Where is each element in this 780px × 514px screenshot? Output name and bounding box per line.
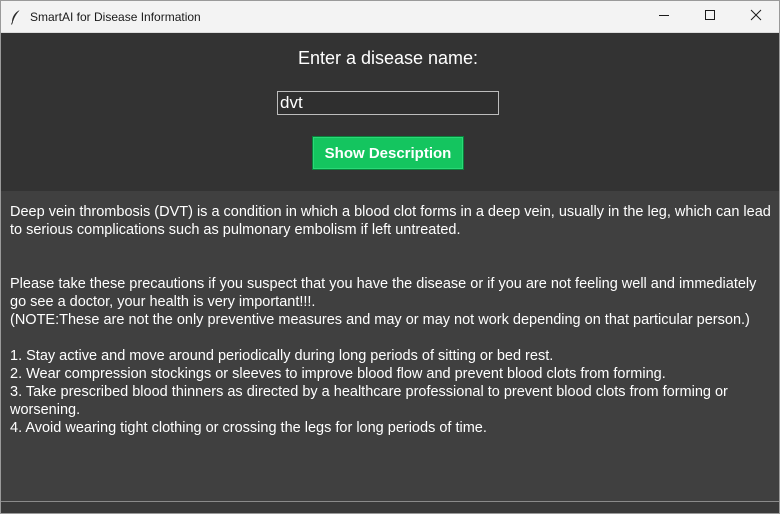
description-panel[interactable]: Deep vein thrombosis (DVT) is a conditio… bbox=[1, 191, 779, 502]
maximize-button[interactable] bbox=[687, 1, 733, 32]
minimize-button[interactable] bbox=[641, 1, 687, 32]
maximize-icon bbox=[704, 8, 716, 26]
show-description-button[interactable]: Show Description bbox=[312, 136, 464, 170]
bottom-strip bbox=[1, 502, 779, 513]
description-text: Deep vein thrombosis (DVT) is a conditio… bbox=[10, 204, 771, 436]
disease-input[interactable] bbox=[277, 91, 499, 115]
window-title: SmartAI for Disease Information bbox=[30, 10, 201, 24]
prompt-label: Enter a disease name: bbox=[297, 48, 479, 68]
app-window: SmartAI for Disease Information Enter a … bbox=[0, 0, 780, 514]
close-button[interactable] bbox=[733, 1, 779, 32]
close-icon bbox=[750, 8, 762, 26]
title-bar[interactable]: SmartAI for Disease Information bbox=[1, 1, 779, 33]
input-panel: Enter a disease name: Show Description bbox=[1, 33, 779, 191]
feather-icon bbox=[9, 9, 23, 25]
minimize-icon bbox=[658, 8, 670, 26]
